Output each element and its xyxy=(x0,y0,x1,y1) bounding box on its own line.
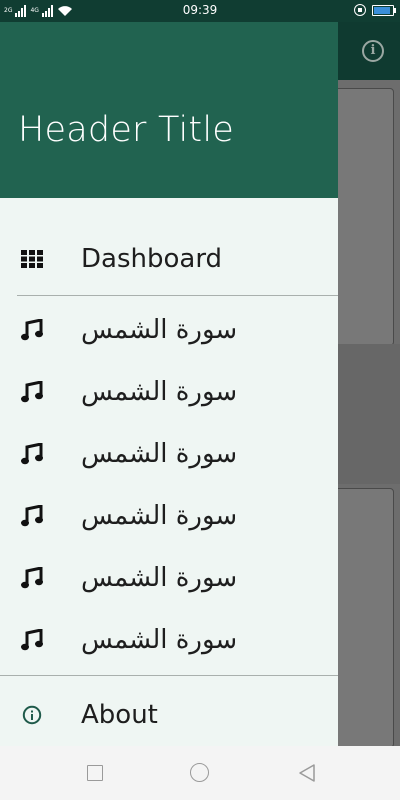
navigation-drawer: Header Title Dashboard سورة الشمس سورة ا… xyxy=(0,22,338,746)
menu-item-dashboard[interactable]: Dashboard xyxy=(0,231,338,287)
menu-item-label: سورة الشمس xyxy=(81,501,238,531)
music-note-icon xyxy=(20,566,44,590)
menu-item-label: سورة الشمس xyxy=(81,563,238,593)
menu-item-label: سورة الشمس xyxy=(81,377,238,407)
battery-icon xyxy=(372,4,396,16)
menu-item-label: About xyxy=(81,700,158,730)
status-time: 09:39 xyxy=(182,3,218,17)
menu-item-label: سورة الشمس xyxy=(81,625,238,655)
menu-item-surah[interactable]: سورة الشمس xyxy=(0,550,338,606)
back-icon[interactable] xyxy=(298,763,316,783)
info-icon[interactable]: i xyxy=(362,40,384,62)
rotation-lock-icon xyxy=(354,4,366,16)
menu-item-surah[interactable]: سورة الشمس xyxy=(0,364,338,420)
music-note-icon xyxy=(20,628,44,652)
content-band xyxy=(330,344,400,484)
divider xyxy=(0,675,338,676)
music-note-icon xyxy=(20,442,44,466)
info-icon xyxy=(20,703,44,727)
divider xyxy=(17,295,338,296)
menu-item-surah[interactable]: سورة الشمس xyxy=(0,488,338,544)
home-icon[interactable] xyxy=(190,763,209,782)
status-right xyxy=(354,4,396,16)
menu-item-label: سورة الشمس xyxy=(81,315,238,345)
drawer-header: Header Title xyxy=(0,22,338,198)
content-card xyxy=(330,488,394,748)
header-title: Header Title xyxy=(18,110,234,150)
battery-fill xyxy=(374,6,390,14)
content-card xyxy=(330,88,394,346)
music-note-icon xyxy=(20,318,44,342)
menu-item-label: سورة الشمس xyxy=(81,439,238,469)
recents-icon[interactable] xyxy=(87,765,103,781)
menu-item-surah[interactable]: سورة الشمس xyxy=(0,302,338,358)
music-note-icon xyxy=(20,380,44,404)
music-note-icon xyxy=(20,504,44,528)
menu-item-surah[interactable]: سورة الشمس xyxy=(0,426,338,482)
menu-item-about[interactable]: About xyxy=(0,687,338,743)
system-nav-bar xyxy=(0,746,400,800)
menu-item-label: Dashboard xyxy=(81,244,223,274)
menu-item-surah[interactable]: سورة الشمس xyxy=(0,612,338,668)
grid-icon xyxy=(20,247,44,271)
status-bar: 2G 4G 09:39 xyxy=(0,0,400,22)
